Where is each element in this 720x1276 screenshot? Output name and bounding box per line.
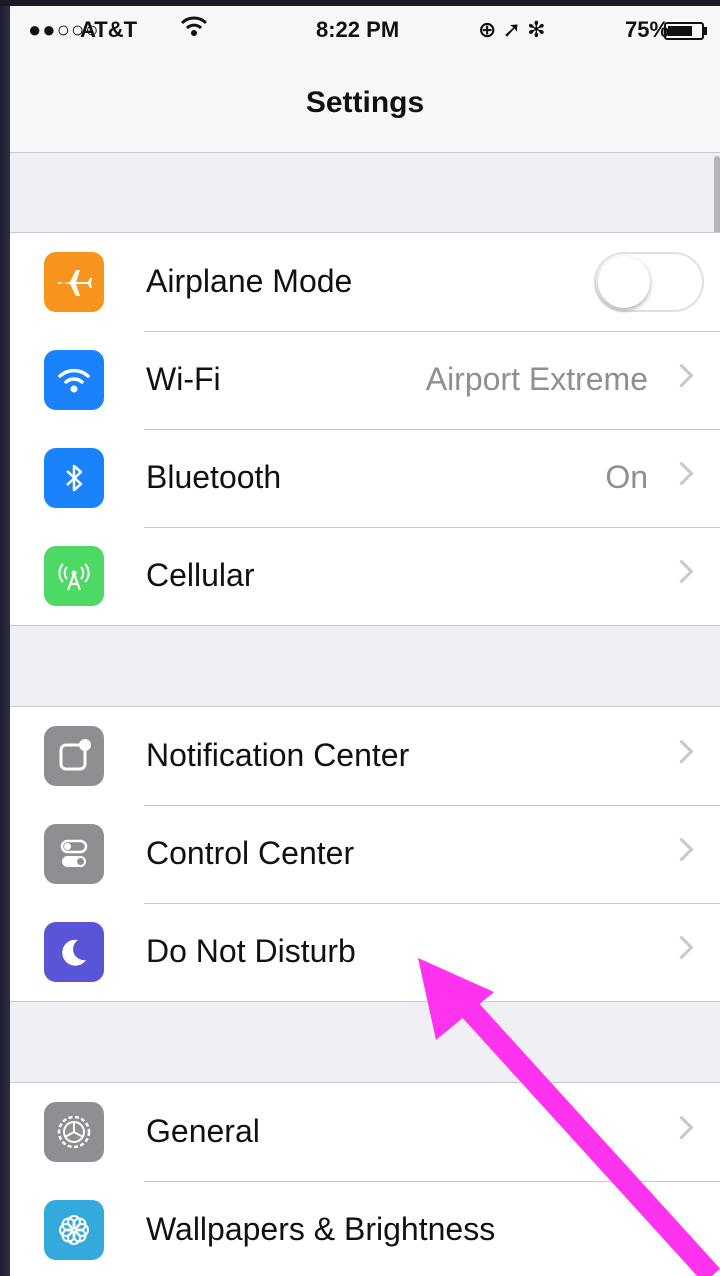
moon-icon [44, 922, 104, 982]
settings-row-wallpapers-brightness[interactable]: Wallpapers & Brightness [10, 1181, 720, 1276]
battery-icon [664, 22, 704, 40]
flower-icon [44, 1200, 104, 1260]
settings-group-general: General Wallpapers & Brightness [10, 1082, 720, 1276]
settings-row-label: Wallpapers & Brightness [146, 1211, 496, 1247]
carrier-label: AT&T [80, 17, 138, 42]
control-center-icon [44, 824, 104, 884]
airplane-mode-toggle[interactable] [594, 252, 704, 312]
phone-screen: ●●○○○ AT&T 8:22 PM ⊕ ➚ ✻ 75% Settings Ai… [10, 6, 720, 1276]
settings-row-do-not-disturb[interactable]: Do Not Disturb [10, 903, 720, 1001]
settings-row-label: Bluetooth [146, 459, 282, 495]
status-time: 8:22 PM [316, 17, 400, 42]
chevron-right-icon [669, 935, 694, 960]
bluetooth-status: On [605, 459, 648, 495]
settings-row-label: Notification Center [146, 737, 410, 773]
battery-tip [704, 27, 707, 35]
settings-row-wifi[interactable]: Wi-Fi Airport Extreme [10, 331, 720, 429]
airplane-icon [44, 252, 104, 312]
wifi-status-icon [180, 14, 208, 44]
chevron-right-icon [669, 461, 694, 486]
settings-row-label: Airplane Mode [146, 263, 353, 299]
photo-frame-edge [0, 0, 10, 1276]
cellular-icon [44, 546, 104, 606]
chevron-right-icon [669, 559, 694, 584]
wifi-icon [44, 350, 104, 410]
settings-row-general[interactable]: General [10, 1083, 720, 1181]
status-icons: ⊕ ➚ ✻ [478, 17, 546, 42]
settings-row-label: Cellular [146, 557, 255, 593]
settings-row-label: General [146, 1113, 260, 1149]
battery-percent: 75% [625, 17, 670, 42]
chevron-right-icon [669, 837, 694, 862]
chevron-right-icon [669, 363, 694, 388]
settings-group-system: Notification Center Control Center Do No… [10, 706, 720, 1002]
notification-center-icon [44, 726, 104, 786]
status-bar: ●●○○○ AT&T 8:22 PM ⊕ ➚ ✻ 75% [10, 6, 720, 58]
settings-row-label: Wi-Fi [146, 361, 221, 397]
settings-row-label: Control Center [146, 835, 355, 871]
wifi-network-name: Airport Extreme [425, 361, 648, 397]
page-title: Settings [305, 86, 425, 119]
chevron-right-icon [669, 739, 694, 764]
settings-row-cellular[interactable]: Cellular [10, 527, 720, 625]
settings-group-connectivity: Airplane Mode Wi-Fi Airport Extreme Blue… [10, 232, 720, 626]
navigation-bar: Settings [10, 58, 720, 153]
settings-row-notification-center[interactable]: Notification Center [10, 707, 720, 805]
toggle-knob [598, 256, 650, 308]
gear-icon [44, 1102, 104, 1162]
settings-row-label: Do Not Disturb [146, 933, 356, 969]
chevron-right-icon [669, 1115, 694, 1140]
settings-row-bluetooth[interactable]: Bluetooth On [10, 429, 720, 527]
settings-row-control-center[interactable]: Control Center [10, 805, 720, 903]
settings-row-airplane-mode[interactable]: Airplane Mode [10, 233, 720, 331]
bluetooth-icon [44, 448, 104, 508]
